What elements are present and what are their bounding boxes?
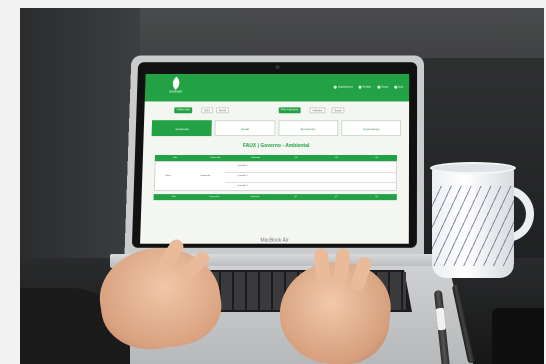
camera-icon bbox=[275, 65, 280, 70]
coffee-mug bbox=[432, 166, 514, 278]
column-header: Pilar bbox=[171, 196, 177, 199]
column-header: Indicador bbox=[250, 196, 260, 199]
column-header: Dimensão bbox=[209, 196, 220, 199]
nav-label: Profile bbox=[362, 84, 372, 89]
nav-item-exit[interactable]: Exit bbox=[394, 85, 403, 89]
app-logo[interactable]: bonmob bbox=[165, 76, 187, 98]
profile-icon bbox=[358, 85, 362, 89]
finger bbox=[333, 247, 351, 284]
laptop-bezel: bonmob Dashboard Profile Chart Exit Coll… bbox=[131, 62, 418, 248]
collect-data-button[interactable]: Collect data bbox=[174, 107, 192, 114]
nav-item-profile[interactable]: Profile bbox=[358, 84, 372, 89]
app-header: bonmob Dashboard Profile Chart Exit bbox=[144, 73, 410, 102]
month-select[interactable]: Month bbox=[216, 107, 230, 114]
nav-label: Dashboard bbox=[338, 84, 353, 89]
leaf-icon bbox=[169, 76, 183, 90]
tab-social[interactable]: Social bbox=[214, 120, 276, 137]
scope-select[interactable]: Scope bbox=[331, 107, 345, 114]
tab-ambiental[interactable]: Ambiental bbox=[151, 120, 213, 137]
laptop-lid: bonmob Dashboard Profile Chart Exit Coll… bbox=[124, 55, 425, 255]
photo-scene: bonmob Dashboard Profile Chart Exit Coll… bbox=[20, 8, 544, 364]
mug-rim bbox=[430, 162, 516, 174]
column-header: Q2 bbox=[334, 196, 338, 199]
laptop-screen: bonmob Dashboard Profile Chart Exit Coll… bbox=[140, 73, 410, 244]
nav-label: Chart bbox=[380, 84, 389, 89]
finger bbox=[313, 247, 331, 283]
nav-item-chart[interactable]: Chart bbox=[377, 85, 388, 89]
pillar-cell: Pilar 1 bbox=[165, 175, 172, 178]
tab-economico[interactable]: Econômico bbox=[277, 120, 339, 137]
indicator-table: Pilar Dimensão Indicador Q1 Q2 Q3 Pilar … bbox=[153, 154, 397, 201]
mug-pattern bbox=[432, 186, 514, 266]
table-body: Pilar 1 Dimensão Questão 1 Questão 2 Que… bbox=[153, 160, 397, 192]
row-divider bbox=[225, 171, 396, 173]
question-cell[interactable]: Questão 3 bbox=[237, 185, 247, 187]
nav-item-dashboard[interactable]: Dashboard bbox=[334, 85, 353, 89]
filter-indicators-button[interactable]: Filter indicators bbox=[278, 107, 301, 114]
logo-text: bonmob bbox=[169, 89, 183, 94]
question-cell[interactable]: Questão 1 bbox=[238, 165, 248, 167]
tab-governanca[interactable]: Governança bbox=[340, 120, 402, 137]
table-footer: Pilar Dimensão Indicador Q1 Q2 Q3 bbox=[153, 194, 397, 201]
chart-icon bbox=[377, 85, 381, 89]
column-header: Q1 bbox=[294, 196, 297, 199]
column-header: Q3 bbox=[375, 196, 379, 199]
dashboard-icon bbox=[334, 85, 338, 89]
dimension-cell: Dimensão bbox=[200, 175, 211, 178]
year-select[interactable]: 2021 bbox=[201, 107, 213, 114]
row-divider bbox=[225, 182, 396, 183]
indicator-select[interactable]: Indicator bbox=[309, 107, 326, 114]
exit-icon bbox=[394, 85, 398, 89]
section-title: FAUX | Governo - Ambiental bbox=[242, 143, 310, 150]
top-nav: Dashboard Profile Chart Exit bbox=[334, 85, 403, 89]
filter-toolbar: Collect data 2021 Month Filter indicator… bbox=[144, 104, 409, 118]
pillar-tabs: Ambiental Social Econômico Governança bbox=[151, 120, 402, 137]
smartphone bbox=[492, 308, 544, 364]
nav-label: Exit bbox=[398, 84, 404, 89]
question-cell[interactable]: Questão 2 bbox=[237, 175, 247, 177]
